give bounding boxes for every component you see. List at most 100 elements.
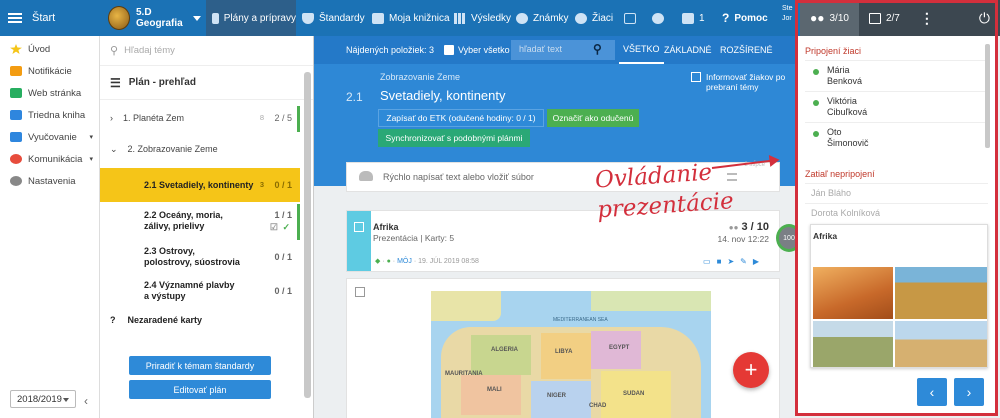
chevron-right-icon: › bbox=[966, 384, 972, 400]
power-button[interactable]: ⏻ bbox=[969, 0, 1000, 36]
tree-node[interactable]: ⌄ 2. Zobrazovanie Zeme bbox=[100, 137, 300, 161]
list-icon: ☰ bbox=[110, 75, 121, 90]
sidebar-item-notifications[interactable]: Notifikácie bbox=[0, 60, 99, 82]
text-search-placeholder: hľadať text bbox=[519, 44, 563, 54]
nav-students[interactable]: Žiaci bbox=[575, 0, 613, 36]
edit-icon[interactable]: ✎ bbox=[740, 257, 753, 266]
map-label: SUDAN bbox=[623, 391, 645, 397]
help-icon: ? bbox=[722, 11, 730, 25]
zebras-photo bbox=[813, 321, 893, 367]
more-options-button[interactable]: ⋮ bbox=[910, 0, 944, 36]
tree-node-cards: 3 bbox=[259, 180, 264, 189]
nav-results[interactable]: Výsledky bbox=[454, 0, 511, 36]
nav-library[interactable]: Moja knižnica bbox=[372, 0, 450, 36]
students-scrollbar[interactable] bbox=[985, 44, 990, 148]
tree-node-label: 2.1 Svetadiely, kontinenty bbox=[144, 180, 254, 190]
mark-taught-button[interactable]: Označiť ako odučenú bbox=[547, 109, 639, 127]
messages-button[interactable]: 1 bbox=[682, 0, 705, 36]
search-icon[interactable]: ⚲ bbox=[593, 42, 602, 56]
plan-tree-panel: ⚲ Hľadaj témy ☰ Plán - prehľad › 1. Plané… bbox=[100, 36, 314, 418]
card-shown-time: 14. nov 12:22 bbox=[717, 234, 769, 244]
student-name: Viktória Cibuľková bbox=[827, 96, 868, 117]
tree-scrollbar[interactable] bbox=[304, 72, 311, 398]
card-slides: Karty: 5 bbox=[424, 233, 455, 243]
card-checkbox[interactable] bbox=[354, 222, 364, 232]
school-year-value: 2018/2019 bbox=[17, 393, 62, 405]
chevron-down-icon bbox=[192, 15, 201, 21]
start-label: Štart bbox=[32, 12, 56, 24]
sidebar-item-classbook[interactable]: Triedna kniha bbox=[0, 104, 99, 126]
previous-slide-button[interactable]: ‹ bbox=[917, 378, 947, 406]
tree-node[interactable]: ? Nezaradené karty bbox=[100, 308, 300, 332]
school-year-select[interactable]: 2018/2019 bbox=[10, 390, 76, 408]
tree-node[interactable]: 2.4 Významné plavby a výstupy 0 / 1 bbox=[100, 276, 300, 310]
plan-overview-header: ☰ Plán - prehľad bbox=[100, 66, 313, 100]
map-card[interactable]: MEDITERRANEAN SEA ALGERIA LIBYA EGYPT MA… bbox=[346, 278, 780, 418]
screen-share-button[interactable] bbox=[624, 0, 636, 36]
student-name: Ján Bláho bbox=[811, 188, 852, 198]
chat-icon bbox=[10, 154, 22, 164]
connected-student[interactable]: Oto Šimonovič bbox=[805, 122, 988, 153]
add-card-fab[interactable]: + bbox=[733, 352, 769, 388]
sidebar-item-communication[interactable]: Komunikácia ▾ bbox=[0, 148, 99, 170]
tree-node-selected[interactable]: 2.1 Svetadiely, kontinenty 3 0 / 1 bbox=[100, 168, 300, 202]
sidebar-item-label: Komunikácia bbox=[28, 153, 83, 165]
nav-plans[interactable]: Plány a prípravy bbox=[206, 0, 296, 36]
cloud-upload-icon[interactable] bbox=[359, 171, 373, 181]
connected-student[interactable]: Mária Benková bbox=[805, 60, 988, 91]
class-name: 5.D bbox=[136, 7, 152, 18]
mail-icon bbox=[682, 12, 694, 24]
topic-search-placeholder: Hľadaj témy bbox=[124, 45, 175, 56]
nav-standards[interactable]: Štandardy bbox=[302, 0, 365, 36]
sidebar-item-website[interactable]: Web stránka bbox=[0, 82, 99, 104]
presentation-card[interactable]: Afrika Prezentácia | Karty: 5 ●● 3 / 10 … bbox=[346, 210, 780, 272]
tree-node[interactable]: 2.2 Oceány, moria, zálivy, prielivy 1 / … bbox=[100, 206, 300, 240]
tab-all[interactable]: VŠETKO bbox=[619, 36, 664, 64]
edit-plan-button[interactable]: Editovať plán bbox=[129, 380, 271, 399]
check-icon: ✓ bbox=[282, 222, 290, 232]
nav-grades[interactable]: Známky bbox=[516, 0, 569, 36]
map-card-checkbox[interactable] bbox=[355, 287, 365, 297]
library-icon bbox=[372, 12, 384, 24]
menu-icon bbox=[8, 11, 22, 25]
card-actions[interactable]: ▭■➤✎▶ bbox=[703, 257, 765, 266]
sidebar-item-home[interactable]: Úvod bbox=[0, 38, 99, 60]
class-subject: Geografia bbox=[136, 18, 183, 29]
play-icon[interactable]: ▶ bbox=[753, 257, 765, 266]
sync-plans-button[interactable]: Synchronizovať s podobnými plánmi bbox=[378, 129, 530, 147]
house-icon bbox=[10, 88, 22, 98]
inform-students-checkbox[interactable] bbox=[691, 72, 701, 82]
start-button[interactable]: Štart bbox=[0, 0, 100, 36]
connected-students-toggle[interactable]: ●● 3/10 bbox=[800, 0, 859, 36]
tab-extended[interactable]: ROZŠÍRENÉ bbox=[720, 45, 773, 55]
collapse-sidebar-icon[interactable]: ‹ bbox=[84, 394, 88, 408]
topic-number: 2.1 bbox=[346, 90, 363, 104]
card-type-strip bbox=[347, 211, 371, 271]
sidebar-item-settings[interactable]: Nastavenia bbox=[0, 170, 99, 192]
slide-preview[interactable]: Afrika bbox=[810, 224, 988, 368]
etk-button[interactable]: Zapísať do ETK (odučené hodiny: 0 / 1) bbox=[378, 109, 544, 127]
sidebar-item-teaching[interactable]: Vyučovanie ▾ bbox=[0, 126, 99, 148]
next-slide-button[interactable]: › bbox=[954, 378, 984, 406]
tree-node[interactable]: › 1. Planéta Zem 8 2 / 5 bbox=[100, 106, 300, 130]
book-icon bbox=[10, 110, 22, 120]
folder-icon[interactable]: ■ bbox=[717, 257, 728, 266]
group-icon: ●● bbox=[810, 11, 825, 25]
share-icon[interactable]: ➤ bbox=[727, 257, 740, 266]
help-button[interactable]: ? Pomoc bbox=[722, 0, 768, 36]
topic-parent: Zobrazovanie Zeme bbox=[380, 72, 461, 82]
kebab-icon: ⋮ bbox=[919, 9, 934, 26]
tree-node[interactable]: 2.3 Ostrovy, polostrovy, súostrovia 0 / … bbox=[100, 242, 300, 276]
chat-button[interactable] bbox=[652, 0, 664, 36]
assign-standards-button[interactable]: Priradiť k témam štandardy bbox=[129, 356, 271, 375]
slides-toggle[interactable]: 2/7 bbox=[859, 0, 910, 36]
class-selector[interactable]: 5.D Geografia bbox=[100, 0, 206, 36]
user-menu[interactable]: Ste Jor bbox=[782, 4, 800, 32]
slide-preview-title: Afrika bbox=[813, 231, 838, 241]
connected-student[interactable]: Viktória Cibuľková bbox=[805, 91, 988, 122]
quick-add-placeholder: Rýchlo napísať text alebo vložiť súbor bbox=[383, 172, 534, 182]
select-all-checkbox[interactable] bbox=[444, 45, 454, 55]
topic-search[interactable]: ⚲ Hľadaj témy bbox=[100, 36, 313, 66]
tab-basic[interactable]: ZÁKLADNÉ bbox=[664, 45, 712, 55]
cast-icon[interactable]: ▭ bbox=[703, 257, 717, 266]
